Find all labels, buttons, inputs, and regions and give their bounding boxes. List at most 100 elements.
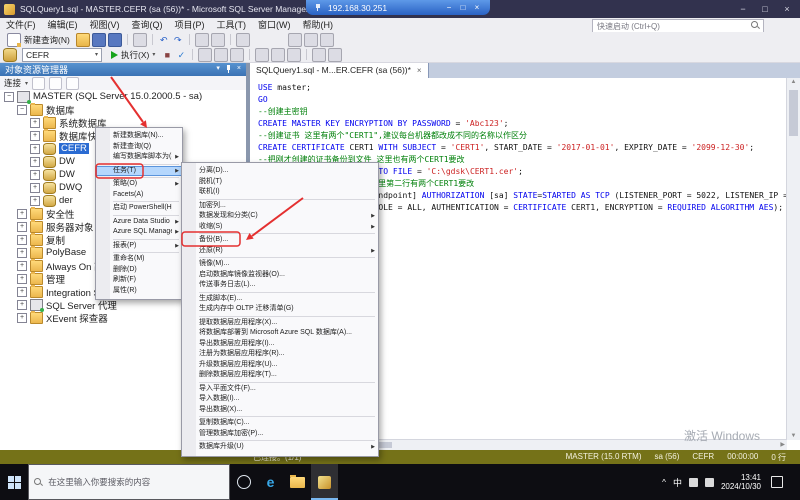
context-menu-item[interactable]: 生成内存中 OLTP 迁移清单(G) — [182, 304, 378, 315]
context-menu-item[interactable]: 数据发现和分类(C)▶ — [182, 211, 378, 222]
refresh-icon[interactable] — [49, 77, 62, 90]
intellisense-icon[interactable] — [328, 48, 342, 62]
tree-expander-icon[interactable]: + — [17, 209, 27, 219]
notification-center-icon[interactable] — [771, 476, 783, 488]
tree-expander-icon[interactable]: + — [17, 222, 27, 232]
scroll-down-icon[interactable]: ▼ — [787, 433, 800, 439]
indent-icon[interactable] — [271, 48, 285, 62]
context-menu-item[interactable]: 注册为数据层应用程序(R)... — [182, 349, 378, 360]
tray-expand-icon[interactable]: ^ — [662, 478, 666, 487]
close-button[interactable]: × — [776, 0, 798, 18]
object-explorer-icon[interactable] — [304, 33, 318, 47]
maximize-button[interactable]: □ — [754, 0, 776, 18]
rdp-restore-button[interactable]: □ — [456, 1, 470, 15]
menu-item-backup[interactable]: 备份(B)... — [182, 235, 378, 246]
menubar-item[interactable]: 文件(F) — [0, 18, 42, 32]
query-options-icon[interactable] — [312, 48, 326, 62]
context-menu-item[interactable]: 生成脚本(E)... — [182, 294, 378, 305]
context-menu-item[interactable]: 数据库升级(U)▶ — [182, 442, 378, 453]
activity-monitor-icon[interactable] — [288, 33, 302, 47]
tree-expander-icon[interactable]: + — [30, 131, 40, 141]
template-explorer-icon[interactable] — [320, 33, 334, 47]
taskbar-search[interactable] — [28, 464, 230, 500]
ime-indicator[interactable]: 中 — [673, 476, 682, 489]
tree-node[interactable]: −MASTER (SQL Server 15.0.2000.5 - sa) — [0, 90, 246, 103]
network-icon[interactable] — [689, 478, 698, 487]
save-all-icon[interactable] — [108, 33, 122, 47]
context-menu-item[interactable]: 导出数据(X)... — [182, 405, 378, 416]
tree-expander-icon[interactable]: + — [30, 170, 40, 180]
menubar-item[interactable]: 帮助(H) — [297, 18, 340, 32]
taskbar-clock[interactable]: 13:41 2024/10/30 — [721, 473, 761, 491]
context-menu-item[interactable]: 提取数据层应用程序(X)... — [182, 318, 378, 329]
context-menu-item[interactable]: 传送事务日志(L)... — [182, 280, 378, 291]
pin-icon[interactable] — [315, 3, 322, 12]
print-icon[interactable] — [133, 33, 147, 47]
context-menu-item[interactable]: 删除数据层应用程序(T)... — [182, 370, 378, 381]
tree-expander-icon[interactable]: + — [17, 274, 27, 284]
execute-button[interactable]: 执行(X) ▾ — [107, 48, 159, 62]
menu-item-tasks[interactable]: 任务(T)▶ — [96, 166, 182, 177]
editor-tab[interactable]: SQLQuery1.sql - M...ER.CEFR (sa (56))* × — [250, 62, 429, 78]
volume-icon[interactable] — [705, 478, 714, 487]
scroll-right-icon[interactable]: ▶ — [780, 441, 785, 448]
scrollbar-thumb[interactable] — [789, 90, 798, 136]
context-menu-item[interactable]: 刷新(F) — [96, 275, 182, 286]
save-icon[interactable] — [92, 33, 106, 47]
context-menu-item[interactable]: 属性(R) — [96, 286, 182, 297]
cancel-query-icon[interactable]: ■ — [161, 49, 173, 61]
edge-button[interactable]: e — [257, 464, 284, 500]
context-menu-item[interactable]: Azure Data Studio (A)▶ — [96, 217, 182, 228]
context-menu-item[interactable]: 删除(D) — [96, 265, 182, 276]
minimize-button[interactable]: − — [732, 0, 754, 18]
results-to-file-icon[interactable] — [230, 48, 244, 62]
start-button[interactable] — [0, 464, 28, 500]
rdp-close-button[interactable]: × — [470, 1, 484, 15]
parse-icon[interactable]: ✓ — [175, 49, 187, 61]
context-menu-item[interactable]: 升级数据层应用程序(U)... — [182, 360, 378, 371]
context-menu-item[interactable]: 镜像(M)... — [182, 259, 378, 270]
tree-expander-icon[interactable]: + — [30, 118, 40, 128]
outdent-icon[interactable] — [287, 48, 301, 62]
file-explorer-button[interactable] — [284, 464, 311, 500]
context-menu-item[interactable]: 联机(I) — [182, 187, 378, 198]
ssms-taskbar-button[interactable] — [311, 464, 338, 500]
filter-icon[interactable] — [66, 77, 79, 90]
tree-expander-icon[interactable]: + — [30, 196, 40, 206]
context-menu-item[interactable]: 报表(P)▶ — [96, 241, 182, 252]
menubar-item[interactable]: 视图(V) — [84, 18, 126, 32]
context-menu-item[interactable]: 管理数据库加密(P)... — [182, 429, 378, 440]
taskbar-search-input[interactable] — [46, 476, 224, 488]
rdp-minimize-button[interactable]: − — [442, 1, 456, 15]
quick-launch-input[interactable] — [592, 19, 764, 33]
tree-expander-icon[interactable]: + — [30, 157, 40, 167]
context-menu-item[interactable]: 策略(O)▶ — [96, 179, 182, 190]
tree-node[interactable]: −数据库 — [0, 103, 246, 116]
redo-icon[interactable]: ↷ — [172, 34, 184, 46]
tree-expander-icon[interactable]: + — [30, 183, 40, 193]
context-menu-item[interactable]: 分离(D)... — [182, 166, 378, 177]
tree-expander-icon[interactable]: − — [17, 105, 27, 115]
context-menu-item[interactable]: 复制数据库(C)... — [182, 418, 378, 429]
database-icon[interactable] — [3, 48, 17, 62]
context-menu-item[interactable]: 重命名(M) — [96, 254, 182, 265]
menubar-item[interactable]: 工具(T) — [211, 18, 253, 32]
tree-expander-icon[interactable]: + — [17, 261, 27, 271]
tree-expander-icon[interactable]: + — [17, 300, 27, 310]
cortana-button[interactable] — [230, 464, 257, 500]
pin-icon[interactable] — [225, 64, 232, 74]
context-menu-item[interactable]: 编写数据库脚本为(S)▶ — [96, 152, 182, 163]
tree-expander-icon[interactable]: − — [4, 92, 14, 102]
context-menu-item[interactable]: 将数据库部署到 Microsoft Azure SQL 数据库(A)... — [182, 328, 378, 339]
context-menu-item[interactable]: 加密列... — [182, 201, 378, 212]
tree-expander-icon[interactable]: + — [30, 144, 40, 154]
context-menu-item[interactable]: 新建数据库(N)... — [96, 131, 182, 142]
tree-expander-icon[interactable]: + — [17, 248, 27, 258]
results-to-text-icon[interactable] — [198, 48, 212, 62]
menubar-item[interactable]: 查询(Q) — [126, 18, 169, 32]
context-menu-item[interactable]: Azure SQL Managed Instance link▶ — [96, 227, 182, 238]
disconnect-icon[interactable] — [32, 77, 45, 90]
context-menu-item[interactable]: 收缩(S)▶ — [182, 222, 378, 233]
find-icon[interactable] — [236, 33, 250, 47]
context-menu-item[interactable]: 导入数据(I)... — [182, 394, 378, 405]
